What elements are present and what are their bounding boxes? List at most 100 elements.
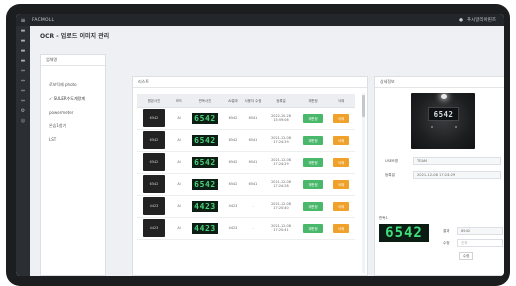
date-cell: 2022-10-28 15:59:06 xyxy=(263,107,299,130)
reading-image: 6542 xyxy=(192,112,218,124)
menu-icon[interactable]: ≡ xyxy=(16,17,30,24)
main-content: OCR - 업로드 이미지 관리 업체명 로보틱제 photo ✓ SULER수… xyxy=(30,26,504,276)
home-icon[interactable]: ▬ xyxy=(16,26,30,36)
camera-icon[interactable]: ▬ xyxy=(16,56,30,66)
ai-result-cell: 6542 xyxy=(223,173,243,196)
user-edit-cell: - xyxy=(243,217,263,240)
top-bar: ≡ FACMOLL ● 푸시알리아핀즈 xyxy=(16,14,504,26)
sync-icon[interactable]: ⇔ xyxy=(16,86,30,96)
rejudge-button[interactable]: 재판정 xyxy=(303,113,323,123)
date-cell: 2021-12-08 17:24:28 xyxy=(263,173,299,196)
user-edit-cell: 6541 xyxy=(243,151,263,174)
group-item-selected[interactable]: ✓ SULER수도계량계 xyxy=(41,92,105,106)
page-title: OCR - 업로드 이미지 관리 xyxy=(40,33,110,40)
settings-icon[interactable]: ⚙ xyxy=(16,106,30,116)
rejudge-button[interactable]: 재판정 xyxy=(303,201,323,211)
user-edit-cell: 6541 xyxy=(243,129,263,152)
user-edit-cell: - xyxy=(243,195,263,218)
delete-button[interactable]: 삭제 xyxy=(332,113,350,123)
reading-image: 4423 xyxy=(192,200,218,212)
list-scrollbar[interactable] xyxy=(362,93,365,273)
delete-button[interactable]: 삭제 xyxy=(332,179,350,189)
exchange-icon[interactable]: ⇔ xyxy=(16,96,30,106)
list-icon[interactable]: ▬ xyxy=(16,46,30,56)
ai-result-cell: 6542 xyxy=(223,129,243,152)
col-header: 판독사진 xyxy=(187,94,223,108)
user-menu[interactable]: ● 푸시알리아핀즈 xyxy=(459,14,496,26)
rejudge-button[interactable]: 재판정 xyxy=(303,157,323,167)
user-row: USER명 TEAM xyxy=(385,157,504,165)
mode-cell: AI xyxy=(171,151,187,174)
date-cell: 2021-12-08 17:20:40 xyxy=(263,195,299,218)
table-header-row: 원본사진 모드 판독사진 AI결과 사용자 수정 등록일 재판정 삭제 xyxy=(137,94,355,108)
table-row[interactable]: 4423 AI 4423 4423 - 2021-12-08 17:20:41 재… xyxy=(137,217,355,240)
delete-button[interactable]: 삭제 xyxy=(332,157,350,167)
ai-result-cell: 4423 xyxy=(223,217,243,240)
original-photo-thumbnail[interactable]: 6542 xyxy=(143,109,165,127)
list-card: 리스트 원본사진 모드 판독사진 AI결과 사용자 수정 등록일 재판정 삭제 xyxy=(132,76,368,276)
meter-display: 6542 xyxy=(428,107,459,121)
date-row: 등록일 2021-12-08 17:24:29 xyxy=(385,171,504,179)
reading-label: 판독1 xyxy=(379,216,388,220)
delete-button[interactable]: 삭제 xyxy=(332,135,350,145)
reading-image: 6542 xyxy=(192,156,218,168)
detail-card: 상세정보 6542 USER명 TEAM 등록일 2021-12-08 17:2… xyxy=(374,76,504,276)
device-frame: ≡ FACMOLL ● 푸시알리아핀즈 ▬ ▬ ▬ ▬ ⇔ ⇔ ⇔ ⇔ ⚙ ◎ … xyxy=(6,4,510,286)
results-table: 원본사진 모드 판독사진 AI결과 사용자 수정 등록일 재판정 삭제 6542 xyxy=(137,94,355,240)
info-icon[interactable]: ◎ xyxy=(16,116,30,126)
delete-button[interactable]: 삭제 xyxy=(332,201,350,211)
col-header: AI결과 xyxy=(223,94,243,108)
dashboard-icon[interactable]: ▬ xyxy=(16,36,30,46)
col-header: 모드 xyxy=(171,94,187,108)
group-list: 로보틱제 photo ✓ SULER수도계량계 powermeter 온습1첨기… xyxy=(41,66,105,146)
date-cell: 2021-12-08 17:24:29 xyxy=(263,129,299,152)
brand-name: FACMOLL xyxy=(32,17,55,23)
original-photo-thumbnail[interactable]: 6542 xyxy=(143,131,165,149)
original-photo-thumbnail[interactable]: 6542 xyxy=(143,153,165,171)
user-edit-cell: 6541 xyxy=(243,173,263,196)
flash-glare xyxy=(441,94,447,99)
mode-cell: AI xyxy=(171,173,187,196)
save-edit-button[interactable]: 수정 xyxy=(459,252,473,260)
edit-row: 수정 숫자 xyxy=(443,239,504,247)
result-field: 6542 xyxy=(457,227,503,235)
table-row[interactable]: 6542 AI 6542 6542 6541 2021-12-08 17:24:2… xyxy=(137,173,355,196)
col-header: 원본사진 xyxy=(137,94,171,108)
mode-cell: AI xyxy=(171,195,187,218)
rejudge-button[interactable]: 재판정 xyxy=(303,223,323,233)
scrollbar-thumb[interactable] xyxy=(362,95,365,117)
user-label: USER명 xyxy=(385,158,398,163)
group-item[interactable]: powermeter xyxy=(41,106,105,119)
reading-image: 4423 xyxy=(192,222,218,234)
col-header: 재판정 xyxy=(299,94,327,108)
list-card-header: 리스트 xyxy=(133,77,367,88)
table-row[interactable]: 6542 AI 6542 6542 6541 2021-12-08 17:24:2… xyxy=(137,151,355,174)
rejudge-button[interactable]: 재판정 xyxy=(303,135,323,145)
transfer-icon[interactable]: ⇔ xyxy=(16,76,30,86)
group-item[interactable]: LST xyxy=(41,133,105,146)
rejudge-button[interactable]: 재판정 xyxy=(303,179,323,189)
date-cell: 2021-12-08 17:20:41 xyxy=(263,217,299,240)
screen: ≡ FACMOLL ● 푸시알리아핀즈 ▬ ▬ ▬ ▬ ⇔ ⇔ ⇔ ⇔ ⚙ ◎ … xyxy=(16,14,504,276)
table-row[interactable]: 6542 AI 6542 6542 6541 2021-12-08 17:24:2… xyxy=(137,129,355,152)
mode-cell: AI xyxy=(171,107,187,130)
detail-card-header: 상세정보 xyxy=(375,77,504,88)
original-photo-thumbnail[interactable]: 4423 xyxy=(143,197,165,215)
group-card-header: 업체명 xyxy=(41,55,105,66)
table-row[interactable]: 6542 AI 6542 6542 6541 2022-10-28 15:59:0… xyxy=(137,107,355,130)
image-icon[interactable]: ⇔ xyxy=(16,66,30,76)
original-photo-thumbnail[interactable]: 6542 xyxy=(143,175,165,193)
result-label: 결과 xyxy=(443,228,450,233)
table-row[interactable]: 4423 AI 4423 4423 - 2021-12-08 17:20:40 재… xyxy=(137,195,355,218)
col-header: 등록일 xyxy=(263,94,299,108)
date-label: 등록일 xyxy=(385,172,395,177)
group-item[interactable]: 온습1첨기 xyxy=(41,119,105,133)
ai-result-cell: 6542 xyxy=(223,107,243,130)
edit-label: 수정 xyxy=(443,240,450,245)
user-label: 푸시알리아핀즈 xyxy=(467,18,496,23)
detail-photo[interactable]: 6542 xyxy=(411,93,475,149)
group-item[interactable]: 로보틱제 photo xyxy=(41,78,105,92)
edit-input[interactable]: 숫자 xyxy=(457,239,503,247)
delete-button[interactable]: 삭제 xyxy=(332,223,350,233)
original-photo-thumbnail[interactable]: 4423 xyxy=(143,219,165,237)
